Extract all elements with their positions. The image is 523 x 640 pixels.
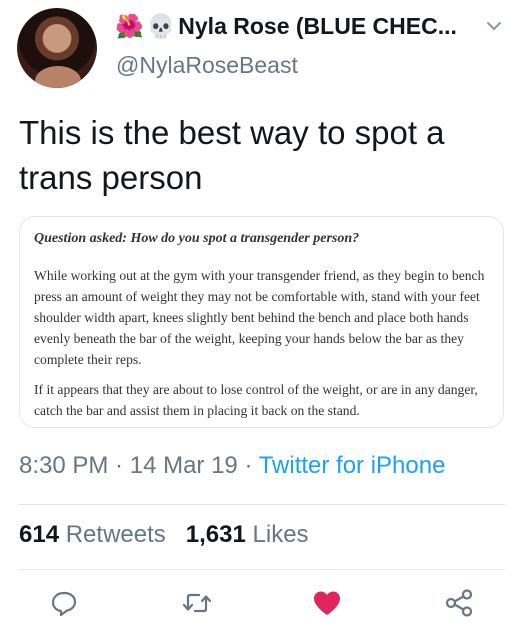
likes-stat[interactable]: 1,631 Likes <box>186 521 309 548</box>
author-name-row[interactable]: 🌺 💀 Nyla Rose (BLUE CHEC... <box>115 10 457 42</box>
divider <box>19 569 505 570</box>
quoted-image-card[interactable]: Question asked: How do you spot a transg… <box>19 216 504 428</box>
tweet-source-link[interactable]: Twitter for iPhone <box>259 452 446 479</box>
author-display-name: Nyla Rose (BLUE CHEC... <box>178 12 457 39</box>
skull-emoji: 💀 <box>146 12 176 39</box>
tweet-meta: 8:30 PM · 14 Mar 19 · Twitter for iPhone <box>19 452 445 480</box>
tweet-text: This is the best way to spot a trans per… <box>19 114 445 196</box>
retweets-stat[interactable]: 614 Retweets <box>19 521 166 548</box>
share-button[interactable] <box>442 586 476 620</box>
divider <box>19 504 505 505</box>
hibiscus-emoji: 🌺 <box>115 12 144 39</box>
reply-icon <box>51 591 77 617</box>
share-icon <box>445 589 473 617</box>
meta-separator: · <box>237 452 259 479</box>
author-avatar[interactable] <box>17 8 97 88</box>
likes-label: Likes <box>252 521 309 548</box>
tweet-time: 8:30 PM <box>19 452 109 479</box>
card-paragraph-1: While working out at the gym with your t… <box>34 268 485 367</box>
tweet-stats: 614 Retweets 1,631 Likes <box>19 521 309 549</box>
meta-separator: · <box>108 452 130 479</box>
card-paragraph-2: If it appears that they are about to los… <box>34 382 478 418</box>
retweets-label: Retweets <box>65 521 166 548</box>
heart-icon <box>314 591 340 615</box>
retweets-count: 614 <box>19 521 60 548</box>
author-handle[interactable]: @NylaRoseBeast <box>116 52 298 79</box>
retweet-button[interactable] <box>180 586 214 620</box>
reply-button[interactable] <box>47 586 81 620</box>
avatar-figure <box>35 66 81 88</box>
likes-count: 1,631 <box>185 521 246 548</box>
retweet-icon <box>182 593 212 613</box>
like-button[interactable] <box>310 586 344 620</box>
card-question: Question asked: How do you spot a transg… <box>34 231 360 246</box>
tweet-date: 14 Mar 19 <box>129 452 238 479</box>
chevron-down-icon[interactable] <box>486 20 502 32</box>
